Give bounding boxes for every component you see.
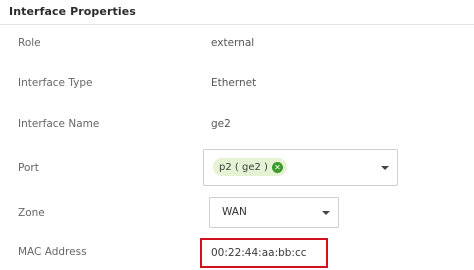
role-label: Role: [18, 37, 41, 49]
zone-label: Zone: [18, 207, 45, 219]
chevron-down-icon[interactable]: [381, 166, 389, 170]
mac-address-field: 00:22:44:aa:bb:cc: [200, 238, 328, 268]
mac-address-value: 00:22:44:aa:bb:cc: [211, 247, 307, 259]
port-label: Port: [18, 162, 39, 174]
chevron-down-icon[interactable]: [322, 211, 330, 215]
section-title: Interface Properties: [9, 5, 136, 18]
interface-type-label: Interface Type: [18, 77, 93, 89]
interface-name-value: ge2: [211, 118, 231, 130]
zone-selected-value: WAN: [222, 206, 247, 218]
interface-name-label: Interface Name: [18, 118, 100, 130]
section-divider: [0, 24, 474, 25]
port-multiselect[interactable]: p2 ( ge2 ) ✕: [203, 149, 398, 186]
zone-select[interactable]: WAN: [209, 197, 339, 228]
mac-address-label: MAC Address: [18, 246, 87, 258]
role-value: external: [211, 37, 255, 49]
interface-type-value: Ethernet: [211, 77, 257, 89]
port-chip-label: p2 ( ge2 ): [219, 161, 268, 173]
close-circle-icon[interactable]: ✕: [271, 161, 283, 173]
interface-properties-panel: Interface Properties Role external Inter…: [0, 0, 474, 270]
port-chip: p2 ( ge2 ) ✕: [213, 158, 287, 176]
